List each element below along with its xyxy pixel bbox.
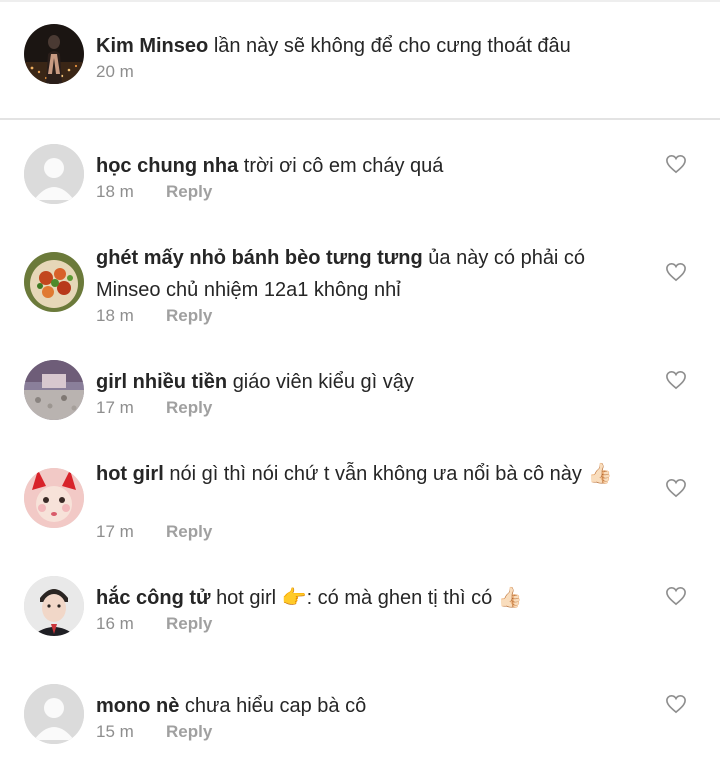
comment-time: 16 m: [96, 614, 134, 633]
comment-text: học chung nha trời ơi cô em cháy quá: [96, 150, 644, 182]
comment-text: girl nhiều tiền giáo viên kiểu gì vậy: [96, 366, 644, 398]
comment-text: ghét mấy nhỏ bánh bèo tưng tưng ủa này c…: [96, 242, 644, 306]
comment-time: 18 m: [96, 306, 134, 325]
comment-username[interactable]: girl nhiều tiền: [96, 371, 227, 393]
reply-button[interactable]: Reply: [166, 522, 212, 541]
comment-avatar[interactable]: [24, 252, 84, 312]
comment-username[interactable]: ghét mấy nhỏ bánh bèo tưng tưng: [96, 247, 423, 269]
like-heart-icon[interactable]: [665, 262, 687, 282]
comment-time: 18 m: [96, 182, 134, 201]
default-avatar-icon: [24, 144, 84, 204]
room-photo-icon: [24, 360, 84, 420]
comment-avatar[interactable]: [24, 576, 84, 636]
comment-avatar[interactable]: [24, 468, 84, 528]
comment-body-mention: hot girl: [216, 587, 277, 609]
caption-meta: 20 m: [96, 62, 166, 82]
comment-meta: 17 m Reply: [96, 398, 212, 418]
comment-time: 17 m: [96, 398, 134, 417]
comment-text: hắc công tử hot girl 👉: có mà ghen tị th…: [96, 582, 644, 614]
comment-body: chưa hiểu cap bà cô: [184, 695, 367, 717]
comment-time: 17 m: [96, 522, 134, 541]
like-heart-icon[interactable]: [665, 154, 687, 174]
caption-body: lần này sẽ không để cho cưng thoát đâu: [213, 35, 571, 57]
top-separator: [0, 0, 720, 2]
comment-text: hot girl nói gì thì nói chứ t vẫn không …: [96, 458, 644, 490]
reply-button[interactable]: Reply: [166, 398, 212, 417]
comment-time: 15 m: [96, 722, 134, 741]
comment-body: giáo viên kiểu gì vậy: [232, 371, 414, 393]
caption-time: 20 m: [96, 62, 134, 81]
comment-username[interactable]: học chung nha: [96, 155, 238, 177]
comment-body: nói gì thì nói chứ t vẫn không ưa nổi bà…: [169, 463, 582, 485]
night-city-photo-icon: [24, 24, 84, 84]
reply-button[interactable]: Reply: [166, 614, 212, 633]
comment-text: mono nè chưa hiểu cap bà cô: [96, 690, 644, 722]
comment-meta: 18 m Reply: [96, 182, 212, 202]
like-heart-icon[interactable]: [665, 478, 687, 498]
caption-text: Kim Minseo lần này sẽ không để cho cưng …: [96, 30, 644, 62]
comment-username[interactable]: hot girl: [96, 463, 164, 485]
boy-photo-icon: [24, 576, 84, 636]
comment-username[interactable]: hắc công tử: [96, 587, 211, 609]
reply-button[interactable]: Reply: [166, 306, 212, 325]
caption-divider: [0, 118, 720, 120]
food-photo-icon: [24, 252, 84, 312]
comment-meta: 18 m Reply: [96, 306, 212, 326]
comment-body: trời ơi cô em cháy quá: [243, 155, 444, 177]
caption-avatar[interactable]: [24, 24, 84, 84]
reply-button[interactable]: Reply: [166, 182, 212, 201]
reply-button[interactable]: Reply: [166, 722, 212, 741]
caption-username[interactable]: Kim Minseo: [96, 35, 208, 57]
comment-meta: 16 m Reply: [96, 614, 212, 634]
comment-meta: 15 m Reply: [96, 722, 212, 742]
pointing-right-icon: 👉: [281, 587, 307, 609]
comment-meta: 17 m Reply: [96, 522, 212, 542]
default-avatar-icon: [24, 684, 84, 744]
comment-avatar[interactable]: [24, 684, 84, 744]
girl-filter-photo-icon: [24, 468, 84, 528]
comment-body: : có mà ghen tị thì có: [306, 587, 493, 609]
thumbs-up-icon: 👍🏻: [587, 463, 613, 485]
comment-username[interactable]: mono nè: [96, 695, 179, 717]
comment-avatar[interactable]: [24, 144, 84, 204]
like-heart-icon[interactable]: [665, 694, 687, 714]
thumbs-up-icon: 👍🏻: [497, 587, 523, 609]
like-heart-icon[interactable]: [665, 370, 687, 390]
comment-avatar[interactable]: [24, 360, 84, 420]
like-heart-icon[interactable]: [665, 586, 687, 606]
